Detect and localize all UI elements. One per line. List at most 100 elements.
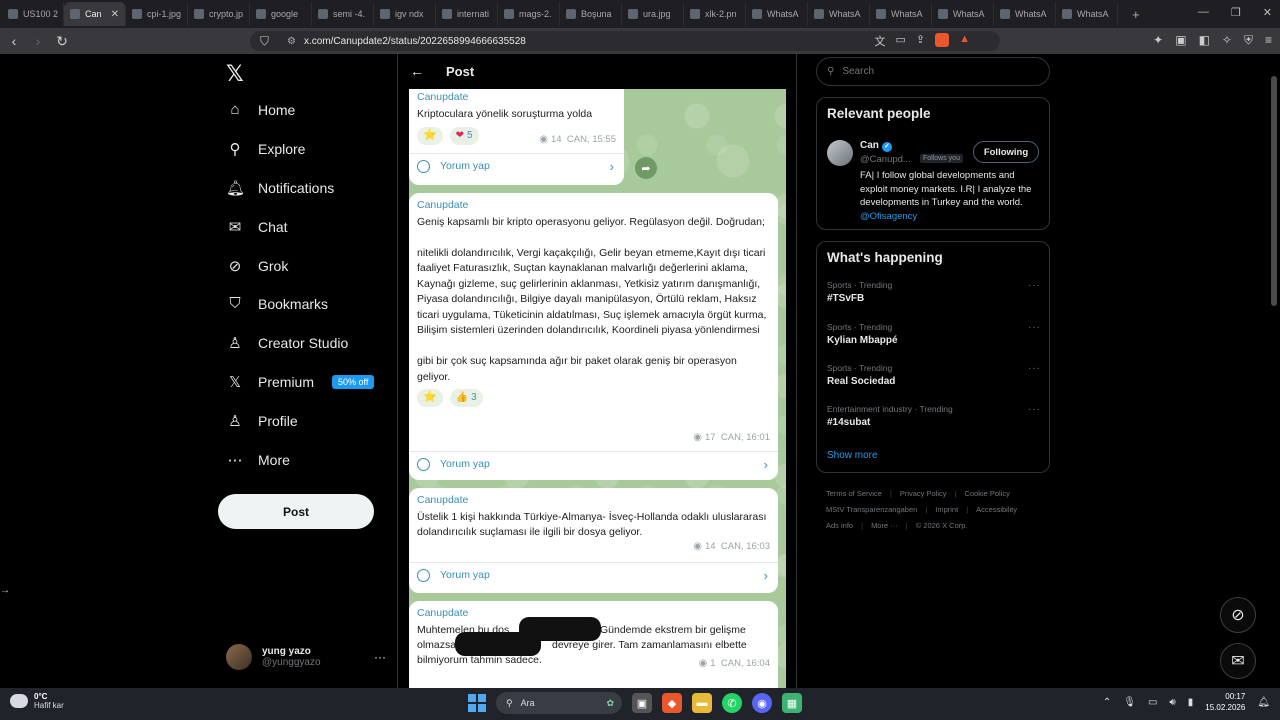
brave-browser-icon[interactable]: ◆ — [662, 693, 682, 713]
rewards-icon[interactable]: ▲ — [959, 33, 970, 49]
new-tab-icon[interactable]: + — [1132, 7, 1140, 22]
footer-link[interactable]: MStV Transparenzangaben — [826, 505, 917, 514]
nav-item-creator-studio[interactable]: ♙ Creator Studio — [226, 334, 348, 352]
battery-icon[interactable]: ▮ — [1188, 697, 1194, 708]
browser-tab[interactable]: WhatsA — [932, 2, 994, 26]
microphone-icon[interactable]: 🎙︎ — [1123, 697, 1136, 708]
browser-tab[interactable]: Can ✕ — [64, 2, 126, 26]
more-options-icon[interactable]: ··· — [1028, 404, 1041, 415]
post-image-chat-screenshot[interactable]: Canupdate Kriptoculara yönelik soruşturm… — [409, 89, 786, 688]
menu-icon[interactable]: ≡ — [1265, 33, 1272, 48]
close-tab-icon[interactable]: ✕ — [111, 9, 119, 20]
leo-icon[interactable]: ✧ — [1222, 33, 1232, 48]
footer-link[interactable]: Cookie Policy — [964, 489, 1009, 498]
share-icon[interactable]: ⇪ — [916, 33, 925, 49]
back-arrow-icon[interactable]: ← — [410, 63, 424, 79]
browser-tab[interactable]: internati — [436, 2, 498, 26]
app-icon[interactable]: ▦ — [782, 693, 802, 713]
avatar[interactable] — [827, 140, 853, 166]
cast-icon[interactable]: ▭ — [895, 33, 905, 49]
account-switcher[interactable]: yung yazo @yunggyazo ··· — [226, 644, 386, 670]
nav-item-grok[interactable]: ⊘ Grok — [226, 257, 289, 275]
nav-item-home[interactable]: ⌂ Home — [226, 101, 295, 118]
more-options-icon[interactable]: ··· — [1028, 322, 1041, 333]
trend-item[interactable]: Sports · Trending #TSvFB ··· — [827, 280, 1041, 304]
reaction-heart[interactable]: ❤ 5 — [449, 127, 479, 145]
file-explorer-icon[interactable]: ▬ — [692, 693, 712, 713]
show-more-link[interactable]: Show more — [827, 450, 878, 461]
nav-item-chat[interactable]: ✉ Chat — [226, 218, 288, 236]
browser-tab[interactable]: cpi-1.jpg — [126, 2, 188, 26]
nav-item-more[interactable]: ⋯ More — [226, 451, 290, 469]
page-scrollbar[interactable] — [1270, 54, 1278, 688]
reaction-thumbs[interactable]: 👍 3 — [449, 389, 483, 407]
footer-link[interactable]: More ··· — [871, 521, 898, 530]
account-menu-icon[interactable]: ··· — [374, 650, 386, 664]
more-options-icon[interactable]: ··· — [1028, 363, 1041, 374]
forward-icon[interactable]: ➦ — [635, 157, 657, 179]
browser-tab[interactable]: WhatsA — [808, 2, 870, 26]
following-button[interactable]: Following — [973, 141, 1039, 163]
browser-tab[interactable]: Boşuna — [560, 2, 622, 26]
trend-item[interactable]: Entertainment industry · Trending #14suba… — [827, 404, 1041, 428]
close-icon[interactable]: ✕ — [1263, 6, 1272, 19]
browser-tab[interactable]: WhatsA — [746, 2, 808, 26]
footer-link[interactable]: Imprint — [935, 505, 958, 514]
brave-shield-icon[interactable] — [935, 33, 950, 47]
reaction-star[interactable]: ⭐ — [417, 389, 443, 407]
trend-item[interactable]: Sports · Trending Kylian Mbappé ··· — [827, 322, 1041, 346]
bio-mention-link[interactable]: @Ofisagency — [860, 211, 917, 222]
start-icon[interactable] — [468, 694, 486, 712]
maximize-icon[interactable]: ❐ — [1231, 6, 1241, 19]
footer-link[interactable]: © 2026 X Corp. — [916, 521, 968, 530]
footer-link[interactable]: Ads info — [826, 521, 853, 530]
browser-tab[interactable]: crypto.jp — [188, 2, 250, 26]
browser-tab[interactable]: mags-2. — [498, 2, 560, 26]
extensions-icon[interactable]: ✦ — [1153, 33, 1163, 48]
nav-item-premium[interactable]: 𝕏 Premium 50% off — [226, 373, 375, 391]
browser-tab[interactable]: WhatsA — [1056, 2, 1118, 26]
notification-bell-icon[interactable]: 🔔︎ — [1257, 697, 1270, 708]
browser-tab[interactable]: US100 2 — [2, 2, 64, 26]
reaction-star[interactable]: ⭐ — [417, 127, 443, 145]
nav-item-bookmarks[interactable]: ⛉ Bookmarks — [226, 295, 328, 312]
comment-row[interactable]: Yorum yap › — [409, 562, 778, 588]
footer-link[interactable]: Privacy Policy — [900, 489, 947, 498]
clock[interactable]: 00:17 15.02.2026 — [1205, 691, 1245, 713]
minimize-icon[interactable]: — — [1198, 6, 1209, 19]
x-logo-icon[interactable]: 𝕏 — [226, 62, 244, 87]
post-button[interactable]: Post — [218, 494, 374, 529]
task-view-icon[interactable]: ▣ — [632, 693, 652, 713]
sidebar-icon[interactable]: ▣ — [1175, 33, 1186, 48]
search-input[interactable]: ⚲ Search — [816, 57, 1050, 86]
nav-item-explore[interactable]: ⚲ Explore — [226, 140, 306, 158]
scrollbar-thumb[interactable] — [1271, 76, 1277, 306]
trend-item[interactable]: Sports · Trending Real Sociedad ··· — [827, 363, 1041, 387]
whatsapp-icon[interactable]: ✆ — [722, 693, 742, 713]
comment-row[interactable]: Yorum yap › — [409, 153, 624, 179]
more-options-icon[interactable]: ··· — [1028, 280, 1041, 291]
browser-tab[interactable]: xlk-2.pn — [684, 2, 746, 26]
browser-tab[interactable]: semi -4. — [312, 2, 374, 26]
back-icon[interactable]: ‹ — [4, 33, 24, 49]
comment-row[interactable]: Yorum yap › — [409, 451, 778, 477]
browser-tab[interactable]: WhatsA — [994, 2, 1056, 26]
vpn-icon[interactable]: ⛨ — [1244, 33, 1253, 48]
footer-link[interactable]: Terms of Service — [826, 489, 882, 498]
reload-icon[interactable]: ↻ — [52, 33, 72, 50]
discord-icon[interactable]: ◉ — [752, 693, 772, 713]
messages-fab-icon[interactable]: ✉ — [1220, 643, 1256, 679]
nav-item-profile[interactable]: ♙ Profile — [226, 412, 297, 430]
site-info-icon[interactable]: ⚙ — [287, 36, 296, 47]
browser-tab[interactable]: WhatsA — [870, 2, 932, 26]
translate-icon[interactable]: 文 — [874, 33, 885, 49]
browser-tab[interactable]: igv ndx — [374, 2, 436, 26]
wallet-icon[interactable]: ◧ — [1199, 33, 1210, 48]
volume-icon[interactable]: 🔊︎ — [1169, 697, 1175, 708]
taskbar-search[interactable]: ⚲ Ara ✿ — [496, 692, 622, 714]
weather-widget[interactable]: 0°C Hafif kar — [10, 692, 64, 710]
grok-fab-icon[interactable]: ⊘ — [1220, 597, 1256, 633]
nav-item-notifications[interactable]: 🔔︎ Notifications — [226, 179, 334, 197]
forward-icon[interactable]: › — [28, 33, 48, 49]
tray-chevron-icon[interactable]: ⌃ — [1103, 697, 1111, 708]
